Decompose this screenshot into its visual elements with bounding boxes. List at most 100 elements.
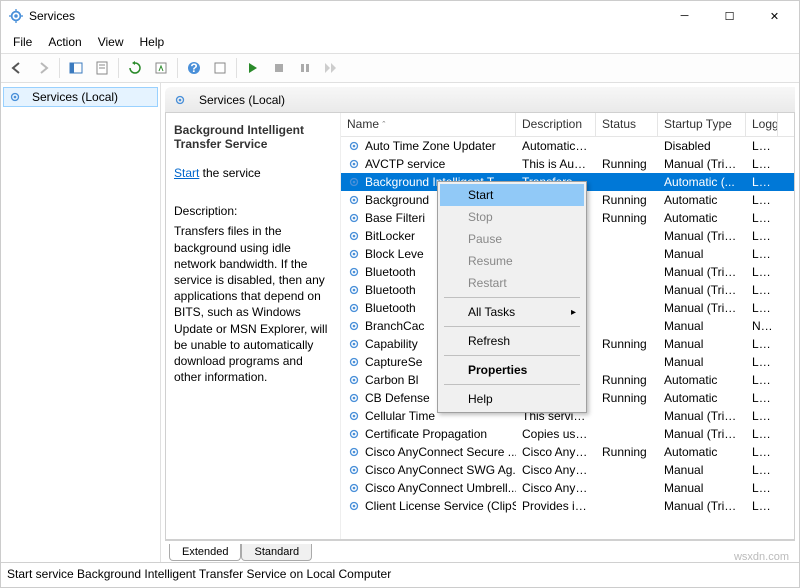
svc-log: Loca — [746, 481, 778, 495]
svc-log: Loca — [746, 445, 778, 459]
svc-log: Loca — [746, 301, 778, 315]
service-row[interactable]: Cisco AnyConnect Umbrell...Cisco AnyC...… — [341, 479, 794, 497]
maximize-button[interactable]: ☐ — [707, 1, 752, 31]
col-description[interactable]: Description — [516, 113, 596, 136]
col-status[interactable]: Status — [596, 113, 658, 136]
chevron-right-icon: ▸ — [571, 307, 576, 318]
detail-title: Background Intelligent Transfer Service — [174, 123, 332, 151]
export-button[interactable] — [149, 56, 173, 80]
ctx-restart: Restart — [440, 272, 584, 294]
svc-name: Block Leve — [365, 247, 424, 261]
svc-log: Loca — [746, 427, 778, 441]
svc-name: Bluetooth — [365, 265, 416, 279]
gear-icon — [347, 355, 361, 369]
col-startup-type[interactable]: Startup Type — [658, 113, 746, 136]
menubar: File Action View Help — [1, 31, 799, 53]
gear-icon — [347, 319, 361, 333]
svc-log: Loca — [746, 391, 778, 405]
svc-type: Manual — [658, 463, 746, 477]
svc-type: Manual (Trig... — [658, 499, 746, 513]
close-button[interactable]: ✕ — [752, 1, 797, 31]
ctx-start[interactable]: Start — [440, 184, 584, 206]
svc-type: Automatic — [658, 193, 746, 207]
menu-view[interactable]: View — [90, 32, 132, 52]
service-row[interactable]: AVCTP serviceThis is Audi...RunningManua… — [341, 155, 794, 173]
gear-icon — [347, 409, 361, 423]
svc-type: Manual — [658, 247, 746, 261]
detail-pane: Background Intelligent Transfer Service … — [166, 113, 341, 539]
toolbar-separator — [177, 58, 178, 78]
ctx-stop: Stop — [440, 206, 584, 228]
toolbar: ? — [1, 53, 799, 83]
svc-log: Loca — [746, 409, 778, 423]
svc-type: Automatic — [658, 211, 746, 225]
svc-type: Manual (Trig... — [658, 301, 746, 315]
ctx-refresh[interactable]: Refresh — [440, 330, 584, 352]
toolbar-separator — [236, 58, 237, 78]
svc-name: CaptureSe — [365, 355, 422, 369]
gear-icon — [347, 373, 361, 387]
titlebar: Services ─ ☐ ✕ — [1, 1, 799, 31]
svc-desc: Cisco AnyC... — [516, 481, 596, 495]
svc-status: Running — [596, 373, 658, 387]
svc-status: Running — [596, 211, 658, 225]
col-log[interactable]: Logged On As — [746, 113, 778, 136]
gear-icon — [347, 337, 361, 351]
svc-name: AVCTP service — [365, 157, 445, 171]
tab-extended[interactable]: Extended — [169, 544, 241, 561]
stop-svc-button[interactable] — [267, 56, 291, 80]
pause-svc-button[interactable] — [293, 56, 317, 80]
ctx-separator — [444, 355, 580, 356]
minimize-button[interactable]: ─ — [662, 1, 707, 31]
service-row[interactable]: Client License Service (ClipS...Provides… — [341, 497, 794, 515]
service-row[interactable]: Certificate PropagationCopies user ...Ma… — [341, 425, 794, 443]
svc-desc: Provides inf... — [516, 499, 596, 513]
gear-icon — [347, 193, 361, 207]
svc-status: Running — [596, 157, 658, 171]
forward-button[interactable] — [31, 56, 55, 80]
svc-name: Background — [365, 193, 429, 207]
menu-file[interactable]: File — [5, 32, 40, 52]
menu-action[interactable]: Action — [40, 32, 89, 52]
gear-icon — [347, 229, 361, 243]
context-menu: Start Stop Pause Resume Restart All Task… — [437, 181, 587, 413]
start-svc-button[interactable] — [241, 56, 265, 80]
col-name[interactable]: Name ˆ — [341, 113, 516, 136]
service-row[interactable]: Cisco AnyConnect SWG Ag...Cisco AnyC...M… — [341, 461, 794, 479]
svc-name: Bluetooth — [365, 301, 416, 315]
gear-icon — [347, 283, 361, 297]
gear-icon — [347, 211, 361, 225]
gear-icon — [347, 247, 361, 261]
ctx-properties[interactable]: Properties — [440, 359, 584, 381]
service-row[interactable]: Auto Time Zone UpdaterAutomatica...Disab… — [341, 137, 794, 155]
app-icon — [9, 9, 23, 23]
ctx-alltasks[interactable]: All Tasks▸ — [440, 301, 584, 323]
status-bar: Start service Background Intelligent Tra… — [1, 562, 799, 584]
svc-type: Manual (Trig... — [658, 157, 746, 171]
gear-icon — [347, 391, 361, 405]
service-row[interactable]: Cisco AnyConnect Secure ...Cisco AnyC...… — [341, 443, 794, 461]
svc-type: Manual (Trig... — [658, 409, 746, 423]
svc-type: Automatic — [658, 445, 746, 459]
menu-help[interactable]: Help — [132, 32, 173, 52]
props-button[interactable] — [208, 56, 232, 80]
nav-services-local[interactable]: Services (Local) — [3, 87, 158, 107]
start-link[interactable]: Start — [174, 166, 199, 180]
show-hide-button[interactable] — [64, 56, 88, 80]
watermark: wsxdn.com — [734, 551, 789, 563]
svc-type: Manual — [658, 319, 746, 333]
restart-svc-button[interactable] — [319, 56, 343, 80]
gear-icon — [173, 93, 187, 107]
properties-button[interactable] — [90, 56, 114, 80]
view-tabs: Extended Standard — [165, 540, 795, 562]
toolbar-separator — [118, 58, 119, 78]
tab-standard[interactable]: Standard — [241, 544, 312, 561]
toolbar-separator — [59, 58, 60, 78]
back-button[interactable] — [5, 56, 29, 80]
desc-text: Transfers files in the background using … — [174, 223, 332, 385]
svc-name: BranchCac — [365, 319, 424, 333]
refresh-button[interactable] — [123, 56, 147, 80]
ctx-help[interactable]: Help — [440, 388, 584, 410]
ctx-resume: Resume — [440, 250, 584, 272]
help-button[interactable]: ? — [182, 56, 206, 80]
